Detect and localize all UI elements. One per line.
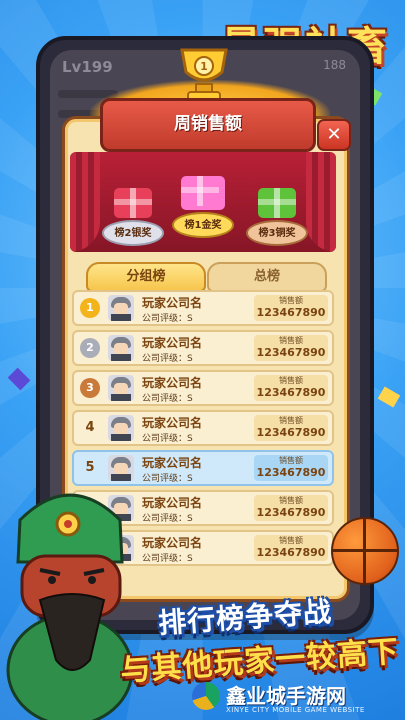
- watermark-logo-icon: [192, 682, 220, 710]
- rank-medal-icon: 2: [80, 338, 100, 358]
- tab-overall-ranking[interactable]: 总榜: [207, 262, 327, 292]
- sales-value: 123467890: [256, 386, 326, 399]
- table-row[interactable]: 2 玩家公司名公司评级：S 销售额 123467890: [72, 330, 334, 366]
- background-counter: 188: [323, 58, 346, 72]
- company-grade: 公司评级：S: [142, 354, 193, 364]
- company-name: 玩家公司名: [142, 296, 203, 310]
- sales-box: 销售额 123467890: [254, 415, 328, 441]
- sales-label: 销售额: [279, 456, 303, 465]
- sales-value: 123467890: [256, 346, 326, 359]
- gift-box-icon: [114, 188, 152, 218]
- close-button[interactable]: ✕: [317, 119, 351, 151]
- rank-medal-icon: 1: [80, 298, 100, 318]
- avatar: [108, 295, 134, 321]
- avatar: [108, 375, 134, 401]
- trophy-icon: 1: [180, 48, 228, 102]
- prize-silver[interactable]: 榜2银奖: [98, 188, 168, 246]
- company-name: 玩家公司名: [142, 416, 203, 430]
- table-row[interactable]: 4 玩家公司名公司评级：S 销售额 123467890: [72, 410, 334, 446]
- gift-box-icon: [181, 176, 225, 210]
- sales-box: 销售额 123467890: [254, 495, 328, 521]
- company-name: 玩家公司名: [142, 336, 203, 350]
- panel-title: 周销售额: [100, 98, 316, 152]
- level-indicator: Lv199: [62, 58, 113, 76]
- sales-label: 销售额: [279, 496, 303, 505]
- pedestal-bronze: 榜3铜奖: [246, 220, 308, 246]
- rank-medal-icon: 3: [80, 378, 100, 398]
- sales-value: 123467890: [256, 466, 326, 479]
- table-row[interactable]: 3 玩家公司名公司评级：S 销售额 123467890: [72, 370, 334, 406]
- sales-value: 123467890: [256, 426, 326, 439]
- company-name: 玩家公司名: [142, 456, 203, 470]
- rank-number: 4: [85, 420, 95, 435]
- sales-box: 销售额 123467890: [254, 335, 328, 361]
- sales-value: 123467890: [256, 506, 326, 519]
- company-grade: 公司评级：S: [142, 394, 193, 404]
- sales-value: 123467890: [256, 306, 326, 319]
- sales-box: 销售额 123467890: [254, 375, 328, 401]
- prize-gold[interactable]: 榜1金奖: [168, 176, 238, 238]
- company-grade: 公司评级：S: [142, 314, 193, 324]
- watermark: 鑫业城手游网 XINYE CITY MOBILE GAME WEBSITE: [190, 680, 405, 720]
- sales-label: 销售额: [279, 296, 303, 305]
- sales-label: 销售额: [279, 536, 303, 545]
- svg-text:1: 1: [200, 60, 208, 73]
- company-name: 玩家公司名: [142, 496, 203, 510]
- sales-label: 销售额: [279, 376, 303, 385]
- sales-box: 销售额 123467890: [254, 295, 328, 321]
- tab-group-ranking[interactable]: 分组榜: [86, 262, 206, 292]
- basketball-icon: [331, 517, 399, 585]
- sales-value: 123467890: [256, 546, 326, 559]
- prize-label: 榜2银奖: [114, 228, 152, 239]
- curtain-left: [70, 152, 100, 252]
- avatar: [108, 415, 134, 441]
- pedestal-silver: 榜2银奖: [102, 220, 164, 246]
- company-name: 玩家公司名: [142, 536, 203, 550]
- sales-label: 销售额: [279, 416, 303, 425]
- sales-box: 销售额 123467890: [254, 535, 328, 561]
- prize-label: 榜3铜奖: [258, 228, 296, 239]
- company-grade: 公司评级：S: [142, 434, 193, 444]
- prize-label: 榜1金奖: [184, 220, 222, 231]
- prize-bronze[interactable]: 榜3铜奖: [242, 188, 312, 246]
- avatar: [108, 335, 134, 361]
- prize-stage: 榜2银奖 榜1金奖 榜3铜奖: [70, 152, 336, 252]
- gift-box-icon: [258, 188, 296, 218]
- company-name: 玩家公司名: [142, 376, 203, 390]
- watermark-subtitle: XINYE CITY MOBILE GAME WEBSITE: [226, 706, 365, 714]
- sales-box: 销售额 123467890: [254, 455, 328, 481]
- watermark-title: 鑫业城手游网: [226, 684, 346, 708]
- table-row[interactable]: 1 玩家公司名公司评级：S 销售额 123467890: [72, 290, 334, 326]
- sales-label: 销售额: [279, 336, 303, 345]
- pedestal-gold: 榜1金奖: [172, 212, 234, 238]
